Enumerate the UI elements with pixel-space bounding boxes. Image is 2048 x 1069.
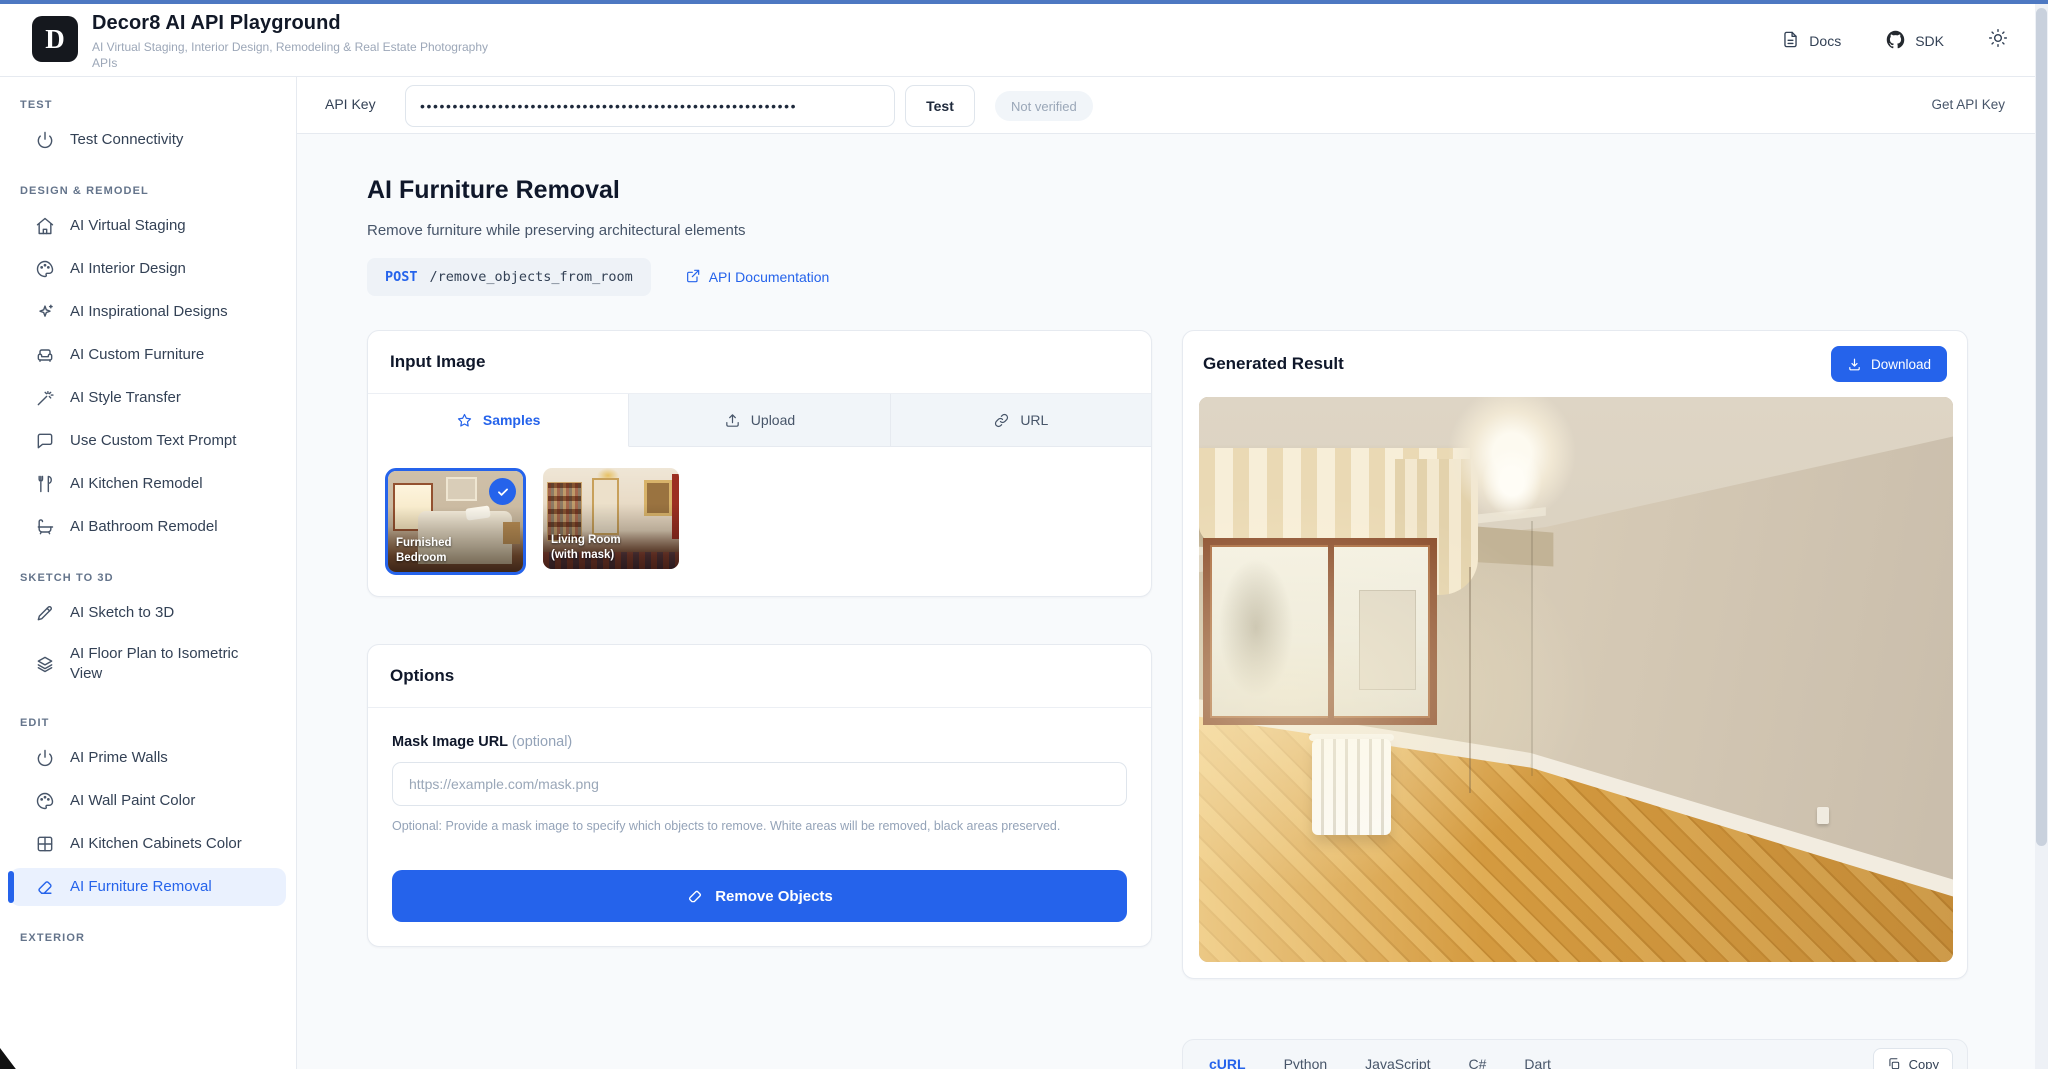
sidebar-section-sketch-to-3d: SKETCH TO 3D xyxy=(20,572,276,584)
sidebar-item-ai-kitchen-cabinets-color[interactable]: AI Kitchen Cabinets Color xyxy=(10,825,286,863)
link-icon xyxy=(993,412,1010,429)
docs-button[interactable]: Docs xyxy=(1781,30,1841,52)
star-icon xyxy=(456,412,473,429)
sidebar-section-design-remodel: DESIGN & REMODEL xyxy=(20,185,276,197)
power-icon xyxy=(35,748,55,768)
selected-check-icon xyxy=(489,478,516,505)
sidebar-item-ai-kitchen-remodel[interactable]: AI Kitchen Remodel xyxy=(10,465,286,503)
options-card: Options Mask Image URL (optional) Option… xyxy=(367,644,1152,947)
sidebar-item-test-connectivity[interactable]: Test Connectivity xyxy=(10,121,286,159)
api-key-bar: API Key Test Not verified Get API Key xyxy=(297,77,2035,134)
code-tab-dart[interactable]: Dart xyxy=(1524,1056,1550,1069)
sidebar-item-ai-prime-walls[interactable]: AI Prime Walls xyxy=(10,739,286,777)
code-snippet-card: cURL Python JavaScript C# Dart Copy xyxy=(1182,1039,1968,1069)
mask-image-url-label: Mask Image URL (optional) xyxy=(392,734,1127,750)
bath-icon xyxy=(35,517,55,537)
code-tab-python[interactable]: Python xyxy=(1284,1056,1328,1069)
sidebar-item-ai-style-transfer[interactable]: AI Style Transfer xyxy=(10,379,286,417)
download-button[interactable]: Download xyxy=(1831,346,1947,382)
sdk-label: SDK xyxy=(1915,33,1944,49)
external-link-icon xyxy=(685,268,701,287)
tab-upload[interactable]: Upload xyxy=(629,394,890,447)
app-header: D Decor8 AI API Playground AI Virtual St… xyxy=(0,4,2048,77)
sidebar-item-ai-custom-furniture[interactable]: AI Custom Furniture xyxy=(10,336,286,374)
palette-icon xyxy=(35,259,55,279)
test-api-key-button[interactable]: Test xyxy=(905,85,975,127)
docs-label: Docs xyxy=(1809,33,1841,49)
code-tab-csharp[interactable]: C# xyxy=(1469,1056,1487,1069)
sun-icon xyxy=(1988,35,2008,52)
page-subtitle: Remove furniture while preserving archit… xyxy=(367,222,746,239)
theme-toggle[interactable] xyxy=(1988,28,2008,53)
page-scrollbar[interactable] xyxy=(2035,4,2048,1069)
scrollbar-thumb[interactable] xyxy=(2036,8,2047,846)
sidebar: TEST Test Connectivity DESIGN & REMODEL … xyxy=(0,77,297,1069)
sidebar-item-ai-wall-paint-color[interactable]: AI Wall Paint Color xyxy=(10,782,286,820)
upload-icon xyxy=(724,412,741,429)
code-tab-javascript[interactable]: JavaScript xyxy=(1365,1056,1430,1069)
document-icon xyxy=(1781,30,1800,52)
remove-objects-button[interactable]: Remove Objects xyxy=(392,870,1127,922)
options-title: Options xyxy=(368,645,1151,708)
power-icon xyxy=(35,130,55,150)
generated-result-title: Generated Result xyxy=(1203,354,1344,374)
pencil-icon xyxy=(35,603,55,623)
copy-button[interactable]: Copy xyxy=(1873,1048,1953,1069)
page-title: AI Furniture Removal xyxy=(367,176,620,205)
utensils-icon xyxy=(35,474,55,494)
endpoint-pill: POST /remove_objects_from_room xyxy=(367,258,651,296)
copy-icon xyxy=(1887,1057,1901,1069)
tab-url[interactable]: URL xyxy=(891,394,1151,447)
api-key-input[interactable] xyxy=(405,85,895,127)
code-tab-curl[interactable]: cURL xyxy=(1209,1056,1246,1069)
input-image-card: Input Image Samples Upload URL xyxy=(367,330,1152,597)
api-documentation-link[interactable]: API Documentation xyxy=(685,268,830,287)
sidebar-item-ai-sketch-to-3d[interactable]: AI Sketch to 3D xyxy=(10,594,286,632)
grid-icon xyxy=(35,834,55,854)
sidebar-item-ai-interior-design[interactable]: AI Interior Design xyxy=(10,250,286,288)
sparkles-icon xyxy=(35,302,55,322)
sample-furnished-bedroom[interactable]: Furnished Bedroom xyxy=(385,468,526,575)
sample-living-room-mask[interactable]: Living Room (with mask) xyxy=(543,468,679,569)
endpoint-path: /remove_objects_from_room xyxy=(430,269,633,285)
get-api-key-link[interactable]: Get API Key xyxy=(1931,97,2005,112)
github-icon xyxy=(1885,29,1906,53)
home-icon xyxy=(35,216,55,236)
sidebar-section-edit: EDIT xyxy=(20,717,276,729)
generated-result-card: Generated Result Download xyxy=(1182,330,1968,979)
sdk-button[interactable]: SDK xyxy=(1885,29,1944,53)
sidebar-item-ai-virtual-staging[interactable]: AI Virtual Staging xyxy=(10,207,286,245)
sidebar-item-ai-bathroom-remodel[interactable]: AI Bathroom Remodel xyxy=(10,508,286,546)
api-key-label: API Key xyxy=(325,96,376,112)
app-subtitle: AI Virtual Staging, Interior Design, Rem… xyxy=(92,39,512,71)
mask-helper-text: Optional: Provide a mask image to specif… xyxy=(392,816,1112,836)
download-icon xyxy=(1847,357,1862,372)
sofa-icon xyxy=(35,345,55,365)
app-logo: D xyxy=(32,16,78,62)
http-method: POST xyxy=(385,269,418,285)
layers-icon xyxy=(35,654,55,674)
sidebar-item-use-custom-text-prompt[interactable]: Use Custom Text Prompt xyxy=(10,422,286,460)
palette-icon xyxy=(35,791,55,811)
mask-image-url-input[interactable] xyxy=(392,762,1127,806)
sidebar-item-ai-inspirational-designs[interactable]: AI Inspirational Designs xyxy=(10,293,286,331)
generated-result-image xyxy=(1199,397,1953,962)
sidebar-item-ai-furniture-removal[interactable]: AI Furniture Removal xyxy=(10,868,286,906)
verification-status-badge: Not verified xyxy=(995,91,1093,121)
tab-samples[interactable]: Samples xyxy=(368,394,629,447)
wand-icon xyxy=(35,388,55,408)
sidebar-section-exterior: EXTERIOR xyxy=(20,932,276,944)
chat-icon xyxy=(35,431,55,451)
eraser-icon xyxy=(686,887,704,905)
top-accent-bar xyxy=(0,0,2048,4)
sidebar-item-ai-floor-plan-isometric[interactable]: AI Floor Plan to Isometric View xyxy=(10,637,286,691)
input-source-tabs: Samples Upload URL xyxy=(368,394,1151,447)
eraser-icon xyxy=(35,877,55,897)
sample-label: Living Room (with mask) xyxy=(551,533,673,563)
sample-label: Furnished Bedroom xyxy=(396,536,517,566)
input-image-title: Input Image xyxy=(368,331,1151,394)
app-title: Decor8 AI API Playground xyxy=(92,12,341,35)
main-content: AI Furniture Removal Remove furniture wh… xyxy=(297,134,2035,1069)
sidebar-section-test: TEST xyxy=(20,99,276,111)
